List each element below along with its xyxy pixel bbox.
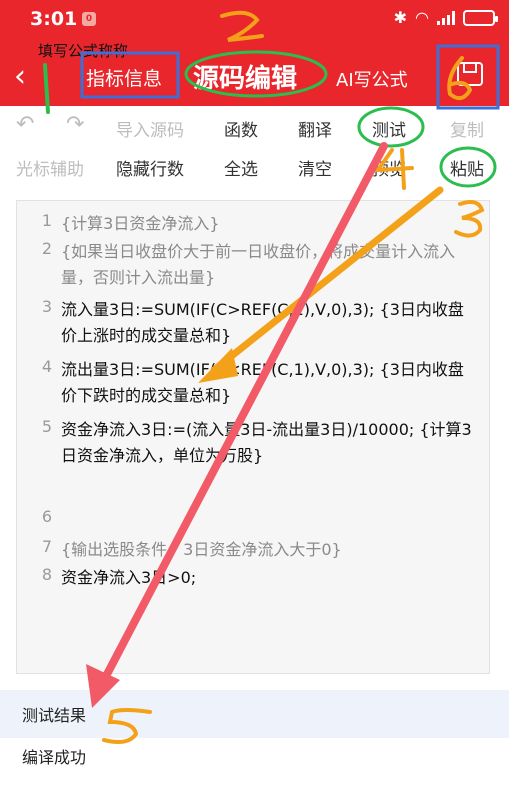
bluetooth-icon: ✱ bbox=[393, 8, 408, 27]
signal-icon bbox=[437, 10, 455, 25]
hide-line-numbers-button[interactable]: 隐藏行数 bbox=[116, 155, 184, 180]
code-text: {计算3日资金净流入} bbox=[61, 214, 220, 233]
code-editor[interactable]: 1 {计算3日资金净流入} 2 {如果当日收盘价大于前一日收盘价，将成交量计入流… bbox=[16, 200, 490, 674]
editor-toolbar-row-1: ↶ ↷ 导入源码 函数 翻译 测试 复制 bbox=[0, 108, 509, 148]
preview-button[interactable]: 预览 bbox=[372, 155, 406, 180]
line-number: 8 bbox=[41, 565, 53, 584]
line-number: 6 bbox=[41, 507, 53, 526]
notification-app-icon: 0 bbox=[82, 12, 96, 26]
line-number: 3 bbox=[41, 297, 53, 316]
app-header: 3:01 0 ✱ ◠ ‹ 填写公式称称 指标信息 源码编辑 AI写公式 bbox=[0, 0, 509, 106]
test-result-panel: 测试结果 bbox=[0, 690, 509, 738]
code-text: 流入量3日:=SUM(IF(C>REF(C,1),V,0),3); {3日内收盘… bbox=[61, 300, 464, 345]
source-edit-tab[interactable]: 源码编辑 bbox=[193, 58, 297, 95]
wifi-icon: ◠ bbox=[415, 8, 429, 27]
translate-button[interactable]: 翻译 bbox=[298, 116, 332, 141]
undo-icon[interactable]: ↶ bbox=[16, 112, 34, 137]
save-icon[interactable] bbox=[457, 62, 483, 86]
line-number: 5 bbox=[41, 417, 53, 436]
clear-button[interactable]: 清空 bbox=[298, 155, 332, 180]
line-number: 4 bbox=[41, 357, 53, 376]
line-number: 7 bbox=[41, 537, 53, 556]
status-icons: ✱ ◠ bbox=[393, 8, 498, 27]
line-number: 1 bbox=[41, 211, 53, 230]
import-source-button[interactable]: 导入源码 bbox=[116, 116, 184, 141]
test-result-title: 测试结果 bbox=[22, 706, 87, 725]
editor-toolbar-row-2: 光标辅助 隐藏行数 全选 清空 预览 粘贴 bbox=[0, 147, 509, 187]
code-text: {输出选股条件，3日资金净流入大于0} bbox=[61, 540, 342, 559]
indicator-info-button[interactable]: 指标信息 bbox=[86, 64, 162, 91]
battery-icon bbox=[463, 9, 498, 26]
back-button[interactable]: ‹ bbox=[14, 58, 46, 96]
paste-button[interactable]: 粘贴 bbox=[450, 155, 484, 180]
redo-icon[interactable]: ↷ bbox=[66, 112, 84, 137]
select-all-button[interactable]: 全选 bbox=[224, 155, 258, 180]
test-button[interactable]: 测试 bbox=[372, 116, 406, 141]
status-time: 3:01 bbox=[30, 8, 78, 30]
code-text: 流出量3日:=SUM(IF(C<REF(C,1),V,0),3); {3日内收盘… bbox=[61, 360, 464, 405]
code-text: {如果当日收盘价大于前一日收盘价，将成交量计入流入量，否则计入流出量} bbox=[61, 242, 456, 287]
ai-formula-button[interactable]: AI写公式 bbox=[336, 66, 408, 92]
copy-button[interactable]: 复制 bbox=[450, 116, 484, 141]
line-number: 2 bbox=[41, 239, 53, 258]
compile-status: 编译成功 bbox=[22, 748, 87, 767]
functions-button[interactable]: 函数 bbox=[224, 116, 258, 141]
formula-name-hint: 填写公式称称 bbox=[38, 42, 129, 60]
cursor-assist-button[interactable]: 光标辅助 bbox=[16, 155, 84, 180]
code-text: 资金净流入3日>0; bbox=[61, 568, 197, 587]
code-text: 资金净流入3日:=(流入量3日-流出量3日)/10000; {计算3日资金净流入… bbox=[61, 420, 472, 465]
